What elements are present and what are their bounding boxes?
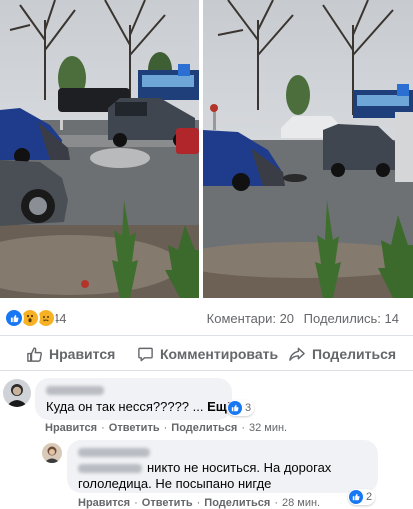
comment-like-link[interactable]: Нравится [45, 422, 97, 434]
mention-name-blurred[interactable] [78, 464, 142, 473]
divider [0, 370, 413, 371]
author-name-blurred[interactable] [46, 386, 104, 395]
like-label: Нравится [49, 346, 116, 362]
comment-text: гололедица. Не посыпано нигде [78, 476, 272, 491]
like-icon [4, 308, 24, 328]
comments-shares-counts: Коментари: 20 Поделились: 14 [201, 311, 399, 326]
share-label: Поделиться [312, 346, 397, 362]
crash-photo-right[interactable] [203, 0, 413, 298]
comments-count[interactable]: Коментари: 20 [207, 311, 294, 326]
comment-reply-link[interactable]: Ответить [109, 422, 160, 434]
like-icon [228, 401, 242, 415]
post-photos [0, 0, 413, 298]
comment-meta: Нравится · Ответить · Поделиться · 32 мин. [45, 422, 288, 434]
comment-text: Куда он так несся????? ... Ещё [46, 399, 234, 414]
like-icon [349, 490, 363, 504]
post-action-bar: Нравится Комментировать Поделиться [0, 340, 413, 368]
comment-like-link[interactable]: Нравится [78, 497, 130, 509]
comment-label: Комментировать [160, 346, 279, 362]
comment-share-link[interactable]: Поделиться [171, 422, 237, 434]
post-stats-bar: 44 Коментари: 20 Поделились: 14 [0, 306, 413, 330]
comment-meta: Нравится · Ответить · Поделиться · 28 мин. [78, 497, 321, 509]
avatar[interactable] [42, 443, 62, 463]
comment-share-link[interactable]: Поделиться [204, 497, 270, 509]
comment-icon [138, 347, 153, 361]
comment-reactions[interactable]: 3 [227, 400, 255, 416]
divider [0, 335, 413, 336]
comment-timestamp[interactable]: 28 мин. [282, 497, 320, 509]
reaction-icons[interactable] [4, 308, 56, 328]
comment-reactions[interactable]: 2 [348, 489, 376, 505]
share-button[interactable]: Поделиться [288, 340, 396, 368]
author-name-blurred[interactable] [78, 448, 150, 457]
avatar[interactable] [3, 379, 31, 407]
comment-timestamp[interactable]: 32 мин. [249, 422, 287, 434]
like-button[interactable]: Нравится [26, 340, 115, 368]
crash-photo-left[interactable] [0, 0, 199, 298]
comment-button[interactable]: Комментировать [137, 340, 278, 368]
shares-count[interactable]: Поделились: 14 [304, 311, 399, 326]
thumbs-up-icon [27, 346, 42, 362]
share-icon [289, 347, 305, 361]
comment-reply-link[interactable]: Ответить [142, 497, 193, 509]
